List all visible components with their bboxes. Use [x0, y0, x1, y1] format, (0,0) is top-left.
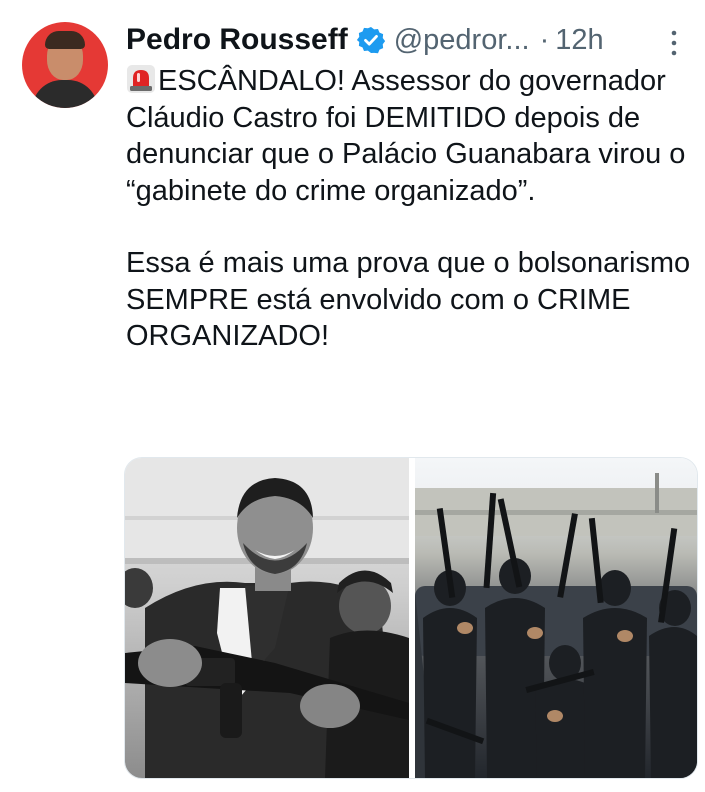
avatar-hair: [45, 31, 85, 49]
tweet[interactable]: Pedro Rousseff @pedror... · 12h ESCÂNDAL…: [0, 0, 705, 792]
rotating-light-icon: [127, 65, 155, 93]
tweet-paragraph-2: Essa é mais uma prova que o bolsonarismo…: [126, 247, 691, 352]
more-options-icon[interactable]: [670, 30, 678, 56]
media-grid[interactable]: [124, 457, 698, 779]
timestamp[interactable]: 12h: [555, 24, 603, 57]
avatar[interactable]: [22, 22, 108, 108]
tweet-text: ESCÂNDALO! Assessor do governador Cláudi…: [126, 63, 701, 355]
verified-badge-icon: [356, 27, 385, 54]
tweet-paragraph-1: ESCÂNDALO! Assessor do governador Cláudi…: [126, 63, 701, 209]
photo-armed-group[interactable]: [415, 458, 697, 778]
author-name[interactable]: Pedro Rousseff: [126, 23, 348, 57]
tweet-paragraph-1-text: ESCÂNDALO! Assessor do governador Cláudi…: [126, 65, 686, 207]
photo-left-art: [125, 458, 409, 778]
tweet-header: Pedro Rousseff @pedror... · 12h: [126, 20, 604, 60]
avatar-shirt: [32, 80, 98, 108]
photo-right-art: [415, 473, 697, 778]
photo-governor-with-rifle[interactable]: [125, 458, 409, 778]
author-handle[interactable]: @pedror...: [394, 24, 530, 57]
separator-dot: ·: [539, 23, 550, 56]
